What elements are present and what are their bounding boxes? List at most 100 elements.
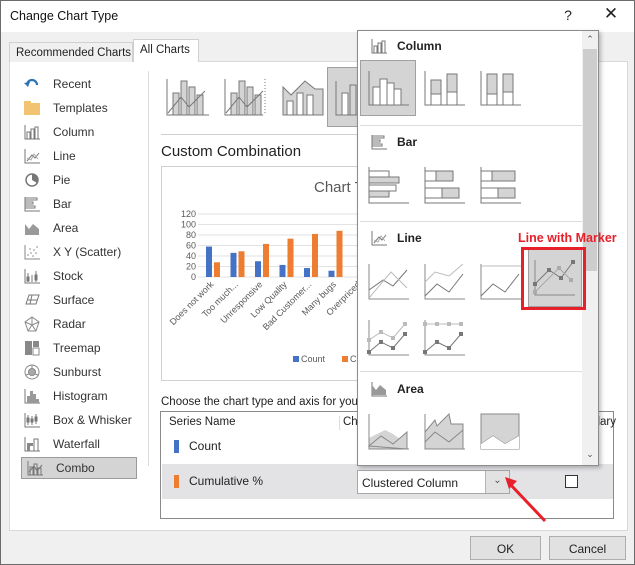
subtype-clustered-column-line-secondary[interactable] [219, 67, 271, 127]
tab-all-charts[interactable]: All Charts [133, 39, 199, 62]
stacked-column-icon [424, 71, 465, 106]
line-icon [368, 264, 409, 300]
legend-label-count: Count [301, 354, 326, 364]
option-100-stacked-line-with-markers[interactable] [416, 309, 472, 365]
section-divider [161, 134, 361, 135]
legend-swatch-count [293, 356, 299, 362]
y-tick-label: 120 [181, 209, 196, 219]
sidebar-item-histogram[interactable]: Histogram [19, 385, 137, 407]
bar-count [230, 252, 237, 277]
sidebar-label: Recent [53, 77, 92, 91]
sidebar-label: X Y (Scatter) [53, 245, 122, 259]
option-clustered-bar[interactable] [360, 157, 416, 213]
option-area[interactable] [360, 403, 416, 459]
tab-recommended-charts[interactable]: Recommended Charts [9, 42, 133, 62]
sidebar-item-treemap[interactable]: Treemap [19, 337, 137, 359]
sidebar-label: Area [53, 221, 79, 235]
sidebar-item-surface[interactable]: Surface [19, 289, 137, 311]
header-divider [339, 416, 340, 430]
sidebar-label: Radar [53, 317, 86, 331]
legend-swatch-cumulative [342, 356, 348, 362]
sidebar-item-sunburst[interactable]: Sunburst [19, 361, 137, 383]
sidebar-label: Surface [53, 293, 95, 307]
option-stacked-line[interactable] [416, 253, 472, 309]
preview-chart-svg: Chart Title 020406080100120 Does not wor… [168, 179, 365, 364]
chart-type-select-value: Clustered Column [362, 476, 459, 490]
section-divider [360, 125, 582, 126]
ok-button[interactable]: OK [470, 536, 541, 560]
sunburst-chart-icon [23, 364, 41, 380]
sidebar-item-scatter[interactable]: X Y (Scatter) [19, 241, 137, 263]
series-color-swatch [174, 440, 179, 453]
sidebar-item-line[interactable]: Line [19, 145, 137, 167]
scatter-chart-icon [23, 244, 41, 260]
secondary-axis-checkbox[interactable] [565, 475, 578, 488]
scroll-up-icon[interactable]: ⌃ [582, 34, 598, 45]
option-stacked-bar[interactable] [416, 157, 472, 213]
combo-chart-icon [26, 460, 44, 476]
option-100-stacked-area[interactable] [472, 403, 528, 459]
option-100-stacked-column[interactable] [472, 60, 528, 116]
sidebar-label: Sunburst [53, 365, 102, 379]
sidebar-item-combo[interactable]: Combo [21, 457, 137, 479]
radar-chart-icon [23, 316, 41, 332]
sidebar-item-stock[interactable]: Stock [19, 265, 137, 287]
sidebar-item-recent[interactable]: Recent [19, 73, 137, 95]
subtype-clustered-column-line[interactable] [161, 67, 213, 127]
sidebar-label: Histogram [53, 389, 108, 403]
sidebar-item-area[interactable]: Area [19, 217, 137, 239]
line-chart-icon [371, 231, 387, 246]
option-stacked-area[interactable] [416, 403, 472, 459]
series-color-swatch [174, 475, 179, 488]
section-divider [360, 221, 582, 222]
sidebar-label: Combo [56, 461, 95, 475]
series-name: Cumulative % [189, 474, 264, 488]
bar-chart-icon [371, 135, 387, 150]
column-chart-icon [23, 124, 41, 140]
sidebar-item-pie[interactable]: Pie [19, 169, 137, 191]
help-button[interactable]: ? [561, 7, 575, 23]
sidebar-item-column[interactable]: Column [19, 121, 137, 143]
treemap-chart-icon [23, 340, 41, 356]
scroll-down-icon[interactable]: ⌄ [582, 449, 598, 460]
sidebar-item-bar[interactable]: Bar [19, 193, 137, 215]
option-stacked-line-with-markers[interactable] [360, 309, 416, 365]
cancel-button[interactable]: Cancel [549, 536, 626, 560]
option-100-stacked-bar[interactable] [472, 157, 528, 213]
dropdown-section-bar: Bar [371, 134, 417, 150]
clustered-column-icon [368, 71, 409, 106]
y-tick-label: 100 [181, 220, 196, 230]
subtype-stacked-area-clustered-column[interactable] [277, 67, 329, 127]
100-stacked-column-icon [480, 71, 521, 106]
option-clustered-column[interactable] [360, 60, 416, 116]
folder-icon [23, 100, 41, 116]
bar-count [304, 268, 310, 277]
sidebar-item-box-whisker[interactable]: Box & Whisker [19, 409, 137, 431]
y-tick-label: 20 [186, 262, 196, 272]
annotation-arrow [505, 477, 547, 523]
bar-count [255, 261, 261, 277]
option-line[interactable] [360, 253, 416, 309]
area-chart-icon [371, 382, 387, 397]
option-100-stacked-line[interactable] [472, 253, 528, 309]
clustered-bar-icon [368, 167, 409, 204]
section-label: Area [397, 382, 424, 396]
area-chart-icon [23, 220, 41, 236]
chart-type-select[interactable]: Clustered Column ⌄ [357, 470, 510, 494]
stock-chart-icon [23, 268, 41, 284]
title-bar: Change Chart Type ? ✕ [1, 1, 634, 32]
sidebar-item-templates[interactable]: Templates [19, 97, 137, 119]
series-name: Count [189, 439, 222, 453]
option-stacked-column[interactable] [416, 60, 472, 116]
waterfall-chart-icon [23, 436, 41, 452]
sidebar-label: Box & Whisker [53, 413, 132, 427]
close-button[interactable]: ✕ [601, 4, 621, 24]
column-chart-icon [371, 39, 387, 54]
section-label: Column [397, 39, 442, 53]
change-chart-type-dialog: Change Chart Type ? ✕ Recommended Charts… [0, 0, 635, 565]
stacked-line-markers-icon [367, 320, 409, 356]
clustered-column-line-icon [166, 79, 209, 116]
sidebar-item-waterfall[interactable]: Waterfall [19, 433, 137, 455]
100-stacked-bar-icon [480, 167, 521, 204]
sidebar-item-radar[interactable]: Radar [19, 313, 137, 335]
